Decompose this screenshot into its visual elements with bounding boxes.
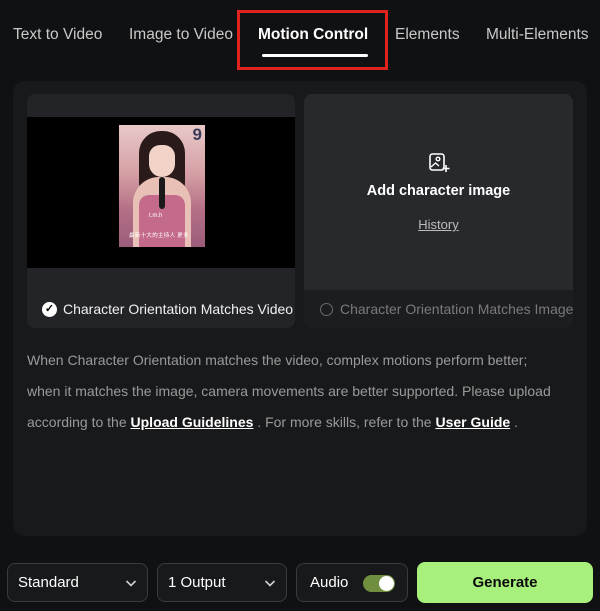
tab-bar: Text to Video Image to Video Motion Cont… [0,0,600,72]
video-preview[interactable]: 9 t.m.h 最新十大的主持人 更多 [27,117,295,268]
quality-select[interactable]: Standard [7,563,148,602]
microphone-image [159,177,165,209]
audio-label: Audio [310,574,349,591]
output-count-value: 1 Output [168,574,226,591]
audio-control: Audio [296,563,408,602]
reference-video-card[interactable]: 9 t.m.h 最新十大的主持人 更多 ✓ Character Orientat… [27,94,295,328]
tab-text-to-video[interactable]: Text to Video [13,26,102,44]
add-character-image-title: Add character image [366,183,511,199]
thumbnail-number: 9 [192,125,202,144]
checkmark-icon: ✓ [42,301,57,317]
character-image-card: Add character image History Character Or… [304,94,573,328]
description-line-3: according to the Upload Guidelines . For… [27,414,518,430]
radio-unselected-icon [320,302,333,316]
history-link[interactable]: History [304,217,573,232]
thumbnail-subtitle: 最新十大的主持人 更多 [129,233,189,239]
output-count-select[interactable]: 1 Output [157,563,287,602]
description-line-2: when it matches the image, camera moveme… [27,383,551,399]
video-thumbnail: 9 t.m.h 最新十大的主持人 更多 [119,125,205,247]
orientation-image-option[interactable]: Character Orientation Matches Image [320,301,573,317]
toggle-knob [379,576,394,591]
tab-multi-elements[interactable]: Multi-Elements [486,26,589,44]
tab-elements[interactable]: Elements [395,26,460,44]
orientation-video-label: Character Orientation Matches Video [63,301,294,317]
generate-button[interactable]: Generate [417,562,593,603]
audio-toggle[interactable] [363,575,395,592]
description-line-1: When Character Orientation matches the v… [27,352,528,368]
quality-select-value: Standard [18,574,79,591]
highlight-annotation [237,10,388,70]
chevron-down-icon [125,580,137,587]
add-image-icon [429,153,450,172]
user-guide-link[interactable]: User Guide [435,414,510,430]
tab-image-to-video[interactable]: Image to Video [129,26,233,44]
thumbnail-caption: t.m.h [149,213,163,219]
orientation-description: When Character Orientation matches the v… [27,345,577,438]
add-character-image-dropzone[interactable]: Add character image History [304,94,573,290]
chevron-down-icon [264,580,276,587]
orientation-image-label: Character Orientation Matches Image [340,301,574,317]
upload-guidelines-link[interactable]: Upload Guidelines [131,414,254,430]
orientation-video-option[interactable]: ✓ Character Orientation Matches Video [42,301,293,317]
